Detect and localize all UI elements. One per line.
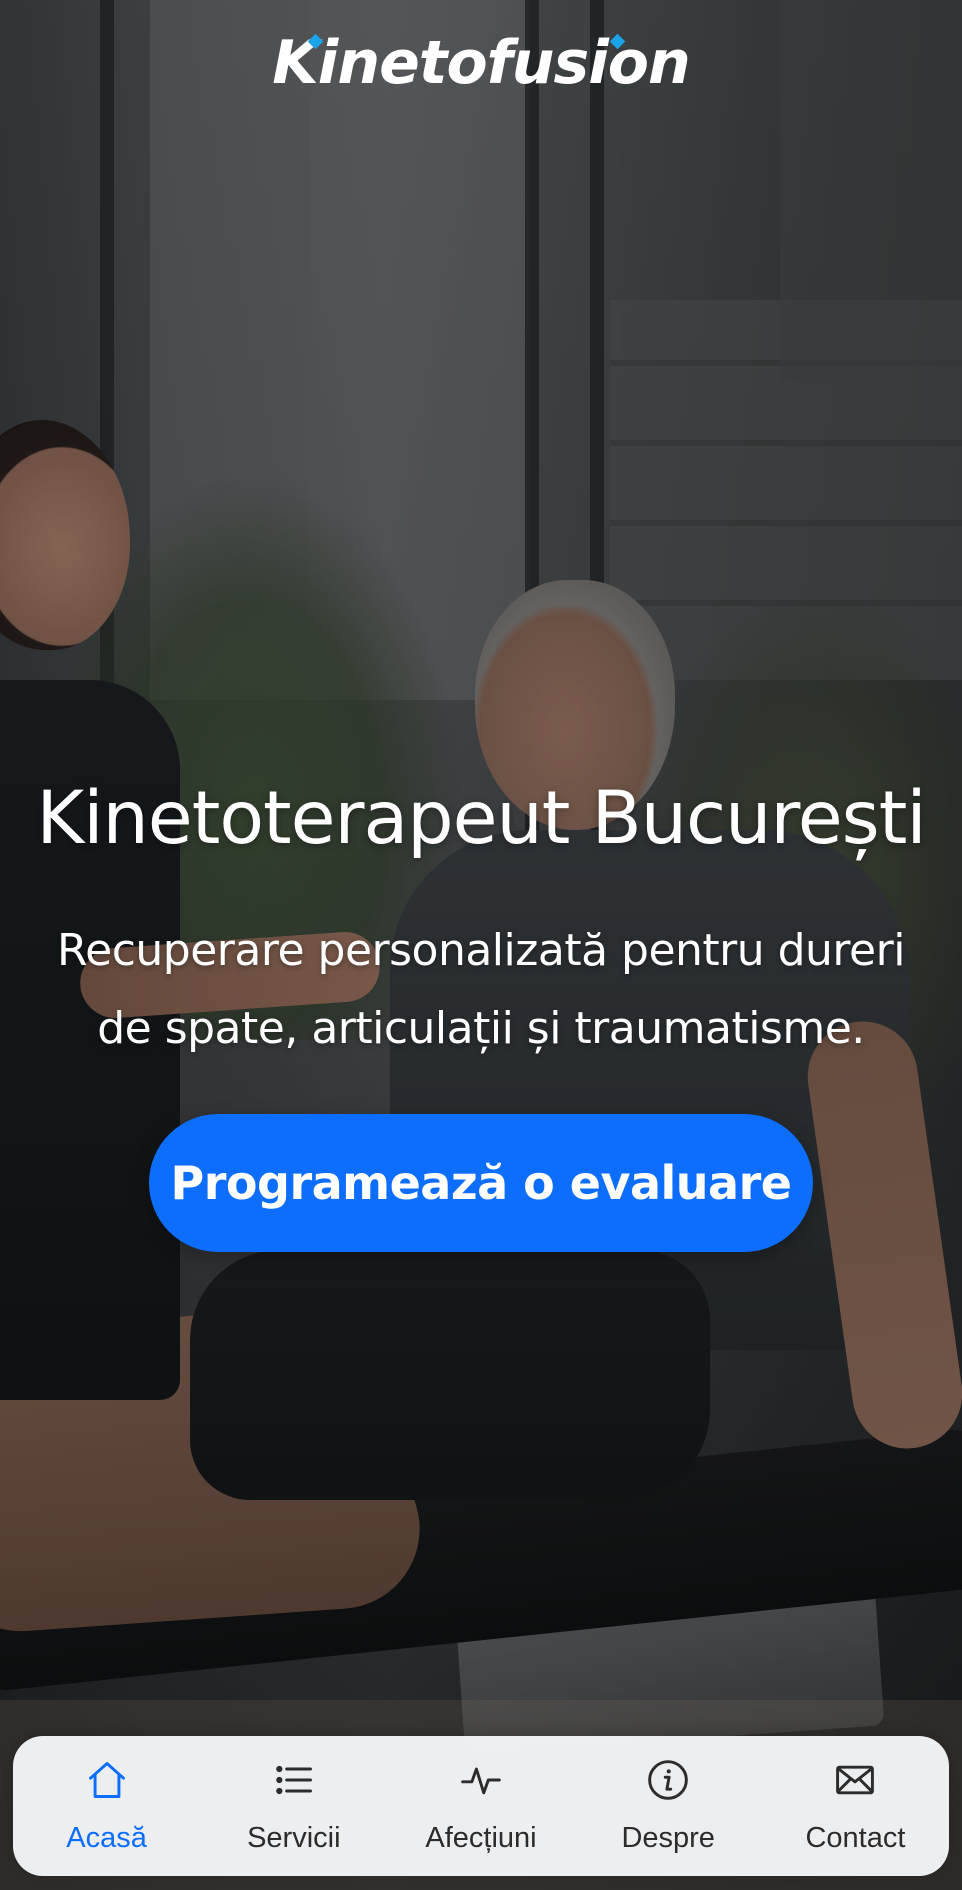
nav-item-contact[interactable]: Contact: [762, 1736, 949, 1876]
screen: Kinetofusion Kinetoterapeut București Re…: [0, 0, 962, 1890]
nav-item-home[interactable]: Acasă: [13, 1736, 200, 1876]
nav-label-contact: Contact: [805, 1822, 906, 1854]
home-icon: [83, 1756, 131, 1804]
book-evaluation-button[interactable]: Programează o evaluare: [149, 1114, 813, 1252]
brand-logo[interactable]: Kinetofusion: [0, 28, 962, 98]
logo-wordmark: Kinetofusion: [272, 28, 690, 98]
hero-title: Kinetoterapeut București: [36, 776, 926, 861]
nav-label-conditions: Afecțiuni: [425, 1822, 537, 1854]
info-icon: [644, 1756, 692, 1804]
pulse-icon: [457, 1756, 505, 1804]
mail-icon: [831, 1756, 879, 1804]
nav-label-services: Servicii: [247, 1822, 341, 1854]
hero-subtitle: Recuperare personalizată pentru dureri d…: [57, 925, 905, 1054]
nav-item-conditions[interactable]: Afecțiuni: [387, 1736, 574, 1876]
nav-label-home: Acasă: [66, 1822, 147, 1854]
list-icon: [270, 1756, 318, 1804]
nav-item-services[interactable]: Servicii: [200, 1736, 387, 1876]
logo-text: Kinetofusion: [272, 28, 690, 98]
nav-item-about[interactable]: Despre: [575, 1736, 762, 1876]
nav-label-about: Despre: [621, 1822, 715, 1854]
bottom-navigation: Acasă Servicii Afecțiuni Despre Contact: [13, 1736, 949, 1876]
